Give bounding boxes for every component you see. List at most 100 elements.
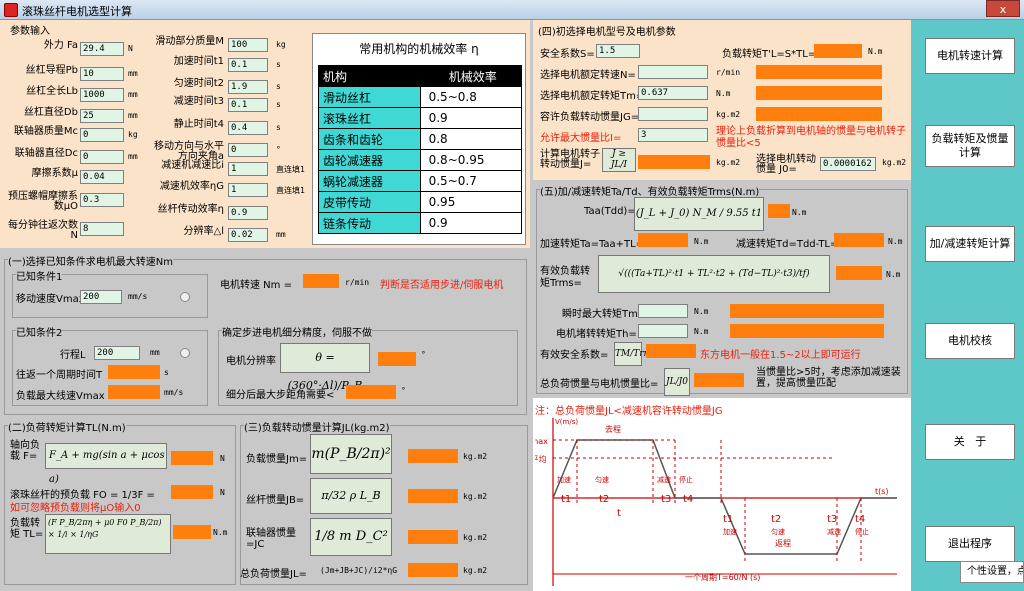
- tl-output: [814, 44, 862, 58]
- param2-unit: s: [276, 100, 281, 109]
- param2-input[interactable]: 1.9: [228, 80, 268, 94]
- param2-input[interactable]: 0.1: [228, 58, 268, 72]
- title-bar: 滚珠丝杆电机选型计算: [0, 0, 1024, 20]
- param-label: 丝杠导程Pb: [25, 65, 78, 76]
- graph-t-label: t1: [561, 494, 571, 505]
- stroke-input[interactable]: 200: [94, 346, 140, 360]
- trms-formula: √(((Ta+TL)²·t1 + TL²·t2 + (Td−TL)²·t3)/t…: [598, 255, 830, 293]
- graph-phase-label-bottom: 停止: [855, 527, 869, 536]
- accel-legend: (五)加/减速转矩Ta/Td、有效负载转矩Trms(N.m): [540, 183, 760, 198]
- inert-note: 当惯量比>5时，考虑添加减速装置，提高惯量匹配: [756, 367, 901, 389]
- cond2-radio[interactable]: [180, 348, 190, 358]
- param-unit: N: [128, 44, 133, 53]
- graph-t-label: t3: [661, 494, 671, 505]
- param2-input[interactable]: 0.9: [228, 206, 268, 220]
- param-label: 外力 Fa: [43, 40, 78, 51]
- efficiency-header-row: 机构 机械效率: [318, 65, 523, 87]
- jl-unit: kg.m2: [463, 566, 488, 575]
- param-input[interactable]: 29.4: [80, 42, 124, 56]
- param2-label: 滑动部分质量M: [155, 36, 224, 47]
- cond1-legend: 已知条件1: [16, 268, 63, 283]
- safe-label: 有效安全系数=: [540, 350, 609, 361]
- recent-unit: s: [164, 368, 169, 377]
- torque-inertia-button[interactable]: 负载转矩及惯量计算: [925, 125, 1015, 167]
- param2-input[interactable]: 1: [228, 162, 268, 176]
- jg-input[interactable]: [638, 107, 708, 121]
- param2-input[interactable]: 0.4: [228, 121, 268, 135]
- axial-output: [171, 451, 213, 465]
- accel-torque-button[interactable]: 加/减速转矩计算: [925, 226, 1015, 262]
- param2-input[interactable]: 0: [228, 143, 268, 157]
- param-input[interactable]: 0.3: [80, 193, 124, 207]
- graph-vmax: Vmax: [535, 437, 548, 446]
- vmax-input[interactable]: 200: [80, 290, 122, 304]
- preload-unit: N: [220, 488, 225, 497]
- jm-label: 负载惯量Jm=: [246, 454, 308, 465]
- resolution-output: [378, 352, 416, 366]
- param-input[interactable]: 1000: [80, 88, 124, 102]
- param2-input[interactable]: 1: [228, 183, 268, 197]
- param-label: 联轴器直径Dc: [14, 148, 78, 159]
- axial-formula: F_A + mg(sin a + μcos a): [45, 443, 167, 485]
- param-input[interactable]: 0: [80, 150, 124, 164]
- speed-legend: (一)选择已知条件求电机最大转速Nm: [8, 253, 174, 268]
- exit-button[interactable]: 退出程序: [925, 526, 1015, 562]
- select-input[interactable]: 0.0000162: [820, 157, 876, 171]
- jg-label: 容许负载转动惯量JG=: [540, 112, 640, 123]
- efficiency-value-cell: 0.9: [419, 107, 523, 129]
- graph-t-label-bottom: t1: [723, 514, 733, 525]
- motor-speed-button[interactable]: 电机转速计算: [925, 38, 1015, 74]
- cond1-radio[interactable]: [180, 292, 190, 302]
- th-input[interactable]: [638, 324, 688, 338]
- mechanism-cell: 蜗轮减速器: [318, 170, 421, 192]
- jg-unit: kg.m2: [716, 110, 741, 119]
- taa-label: Taa(Tdd)=: [584, 206, 636, 217]
- rotor-unit: kg.m2: [716, 158, 741, 167]
- param2-label: 丝杆传动效率η: [157, 204, 224, 215]
- ratio-note: 理论上负载折算到电机轴的惯量与电机转子惯量比<5: [716, 126, 906, 149]
- rated-speed-label: 选择电机额定转速N=: [540, 70, 636, 81]
- graph-period: 一个周期T=60/N (s): [685, 573, 760, 582]
- graph-back: 返程: [775, 539, 791, 548]
- param2-unit: kg: [276, 40, 286, 49]
- close-button[interactable]: x: [986, 0, 1020, 17]
- motor-legend: (四)初选择电机型号及电机参数: [538, 27, 676, 38]
- vline-label: 负载最大线速Vmax: [16, 391, 105, 402]
- jb-unit: kg.m2: [463, 492, 488, 501]
- param2-input[interactable]: 0.1: [228, 98, 268, 112]
- param2-label: 静止时间t4: [173, 119, 224, 130]
- param2-input[interactable]: 0.02: [228, 228, 268, 242]
- tmax-input[interactable]: [638, 304, 688, 318]
- param-input[interactable]: 0.04: [80, 170, 124, 184]
- mechanism-cell: 滑动丝杠: [318, 86, 421, 108]
- safe-formula: TM/Trms: [614, 342, 657, 366]
- param-input[interactable]: 25: [80, 109, 124, 123]
- step-output: [346, 385, 396, 399]
- axial-label: 轴向负载 F=: [10, 440, 40, 462]
- torque-legend: (二)负荷转矩计算TL(N.m): [8, 419, 126, 434]
- param-unit: mm: [128, 90, 138, 99]
- rated-speed-input[interactable]: [638, 65, 708, 79]
- motor-check-button[interactable]: 电机校核: [925, 323, 1015, 359]
- param-input[interactable]: 10: [80, 67, 124, 81]
- safety-label: 安全系数S=: [540, 49, 595, 60]
- param-input[interactable]: 8: [80, 222, 124, 236]
- graph-t-main: t: [617, 508, 621, 519]
- graph-t-label-bottom: t4: [855, 514, 865, 525]
- efficiency-row: 滑动丝杠 0.5~0.8: [318, 86, 523, 108]
- param-input[interactable]: 0: [80, 128, 124, 142]
- ratio-input[interactable]: 3: [638, 128, 708, 142]
- inert-label: 总负荷惯量与电机惯量比=: [540, 379, 659, 390]
- graph-phase-label-bottom: 加速: [723, 527, 737, 536]
- preload-note: 如可忽略预负载则将μO输入0: [10, 503, 141, 514]
- motor-speed-unit: r/min: [345, 278, 370, 287]
- param-label: 丝杠直径Db: [23, 107, 78, 118]
- efficiency-value-cell: 0.5~0.8: [419, 86, 523, 108]
- rated-torque-input[interactable]: 0.637: [638, 86, 708, 100]
- jb-label: 丝杆惯量JB=: [246, 495, 305, 506]
- param2-input[interactable]: 100: [228, 38, 268, 52]
- safety-input[interactable]: 1.5: [596, 44, 640, 58]
- about-button[interactable]: 关 于: [925, 424, 1015, 460]
- graph-t-label-bottom: t3: [827, 514, 837, 525]
- trms-output: [836, 266, 882, 280]
